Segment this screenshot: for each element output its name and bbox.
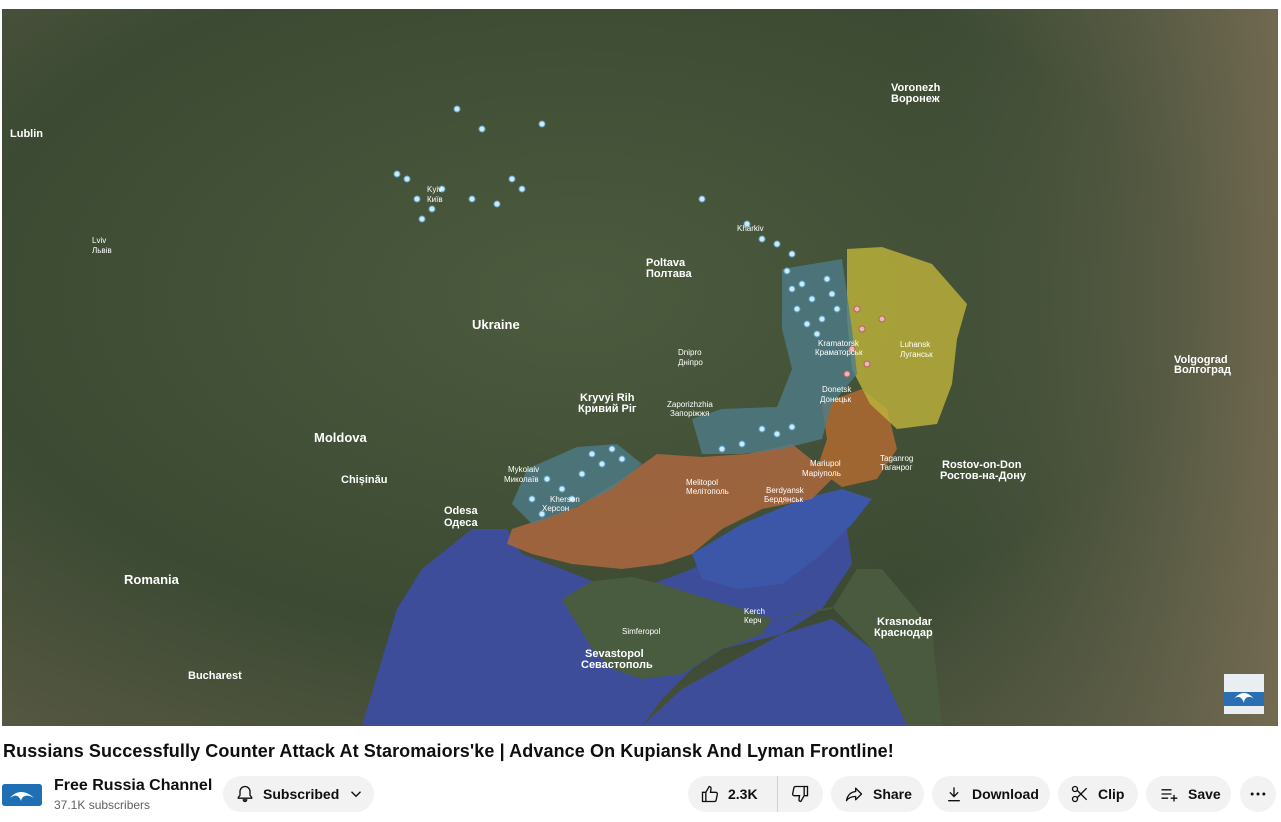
svg-text:Luhansk: Luhansk [900, 340, 931, 349]
save-label: Save [1188, 786, 1221, 802]
svg-text:Херсон: Херсон [542, 504, 569, 513]
svg-text:Севастополь: Севастополь [581, 659, 653, 671]
like-button[interactable]: 2.3K [688, 776, 778, 812]
like-count: 2.3K [728, 786, 758, 802]
svg-text:Донецьк: Донецьк [820, 395, 852, 404]
svg-text:Ростов-на-Дону: Ростов-на-Дону [940, 470, 1027, 482]
svg-text:Керч: Керч [744, 616, 762, 625]
video-title: Russians Successfully Counter Attack At … [3, 741, 894, 761]
svg-text:Мелітополь: Мелітополь [686, 487, 729, 496]
svg-text:Lublin: Lublin [10, 128, 43, 140]
svg-text:Миколаїв: Миколаїв [504, 475, 539, 484]
svg-text:Кривий Ріг: Кривий Ріг [578, 403, 637, 415]
thumbs-up-icon [701, 785, 719, 803]
svg-text:Mariupol: Mariupol [810, 459, 841, 468]
svg-text:Запоріжжя: Запоріжжя [670, 409, 709, 418]
svg-text:Donetsk: Donetsk [822, 385, 852, 394]
svg-text:Волгоград: Волгоград [1174, 364, 1231, 376]
dislike-button[interactable] [778, 776, 822, 812]
channel-avatar[interactable] [2, 784, 42, 806]
download-button[interactable]: Download [932, 776, 1050, 812]
thumbs-down-icon [791, 785, 809, 803]
svg-text:Краснодар: Краснодар [874, 627, 933, 639]
svg-text:Moldova: Moldova [314, 430, 367, 445]
share-icon [845, 787, 863, 802]
svg-text:Одеса: Одеса [444, 517, 478, 529]
download-label: Download [972, 786, 1039, 802]
svg-text:Chișinău: Chișinău [341, 474, 387, 486]
svg-text:Melitopol: Melitopol [686, 478, 718, 487]
subscribed-label: Subscribed [263, 786, 340, 802]
svg-text:Kramatorsk: Kramatorsk [818, 339, 860, 348]
svg-text:Маріуполь: Маріуполь [802, 469, 841, 478]
channel-name[interactable]: Free Russia Channel [54, 777, 212, 795]
svg-text:Taganrog: Taganrog [880, 454, 913, 463]
svg-text:Краматорськ: Краматорськ [815, 348, 863, 357]
svg-text:Bucharest: Bucharest [188, 670, 242, 682]
channel-logo-icon [2, 784, 42, 806]
share-button[interactable]: Share [831, 776, 924, 812]
svg-text:Львів: Львів [92, 246, 112, 255]
svg-text:Kherson: Kherson [550, 495, 580, 504]
svg-text:Дніпро: Дніпро [678, 358, 703, 367]
clip-button[interactable]: Clip [1058, 776, 1138, 812]
svg-text:Lviv: Lviv [92, 236, 106, 245]
svg-text:Київ: Київ [427, 195, 443, 204]
more-horizontal-icon [1250, 792, 1266, 796]
svg-text:Луганськ: Луганськ [900, 350, 933, 359]
save-button[interactable]: Save [1146, 776, 1231, 812]
svg-text:Odesa: Odesa [444, 505, 479, 517]
video-player[interactable]: Ukraine Moldova Romania Kyiv Київ Kharki… [2, 9, 1278, 726]
svg-text:Zaporizhzhia: Zaporizhzhia [667, 400, 713, 409]
clip-label: Clip [1098, 786, 1125, 802]
download-icon [948, 787, 960, 802]
svg-text:Kyiv: Kyiv [427, 185, 442, 194]
playlist-add-icon [1161, 789, 1178, 802]
map-frame: Ukraine Moldova Romania Kyiv Київ Kharki… [2, 9, 1278, 726]
subscriber-count: 37.1K subscribers [54, 798, 151, 812]
share-label: Share [873, 786, 912, 802]
svg-text:Kerch: Kerch [744, 607, 765, 616]
chevron-down-icon [351, 791, 362, 798]
svg-text:Ukraine: Ukraine [472, 317, 520, 332]
scissors-icon [1071, 785, 1088, 803]
svg-text:Mykolaiv: Mykolaiv [508, 465, 539, 474]
svg-text:Бердянськ: Бердянськ [764, 495, 804, 504]
svg-text:Полтава: Полтава [646, 268, 692, 280]
like-dislike-group: 2.3K [688, 776, 823, 812]
svg-text:Romania: Romania [124, 572, 180, 587]
more-actions-button[interactable] [1240, 776, 1276, 812]
svg-text:Dnipro: Dnipro [678, 348, 702, 357]
svg-text:Berdyansk: Berdyansk [766, 486, 805, 495]
svg-text:Таганрог: Таганрог [880, 463, 912, 472]
channel-logo-icon [1224, 674, 1264, 714]
svg-text:Kharkiv: Kharkiv [737, 224, 764, 233]
svg-text:Simferopol: Simferopol [622, 627, 660, 636]
subscribed-button[interactable]: Subscribed [223, 776, 374, 812]
bell-icon [237, 785, 253, 803]
svg-text:Воронеж: Воронеж [891, 93, 940, 105]
